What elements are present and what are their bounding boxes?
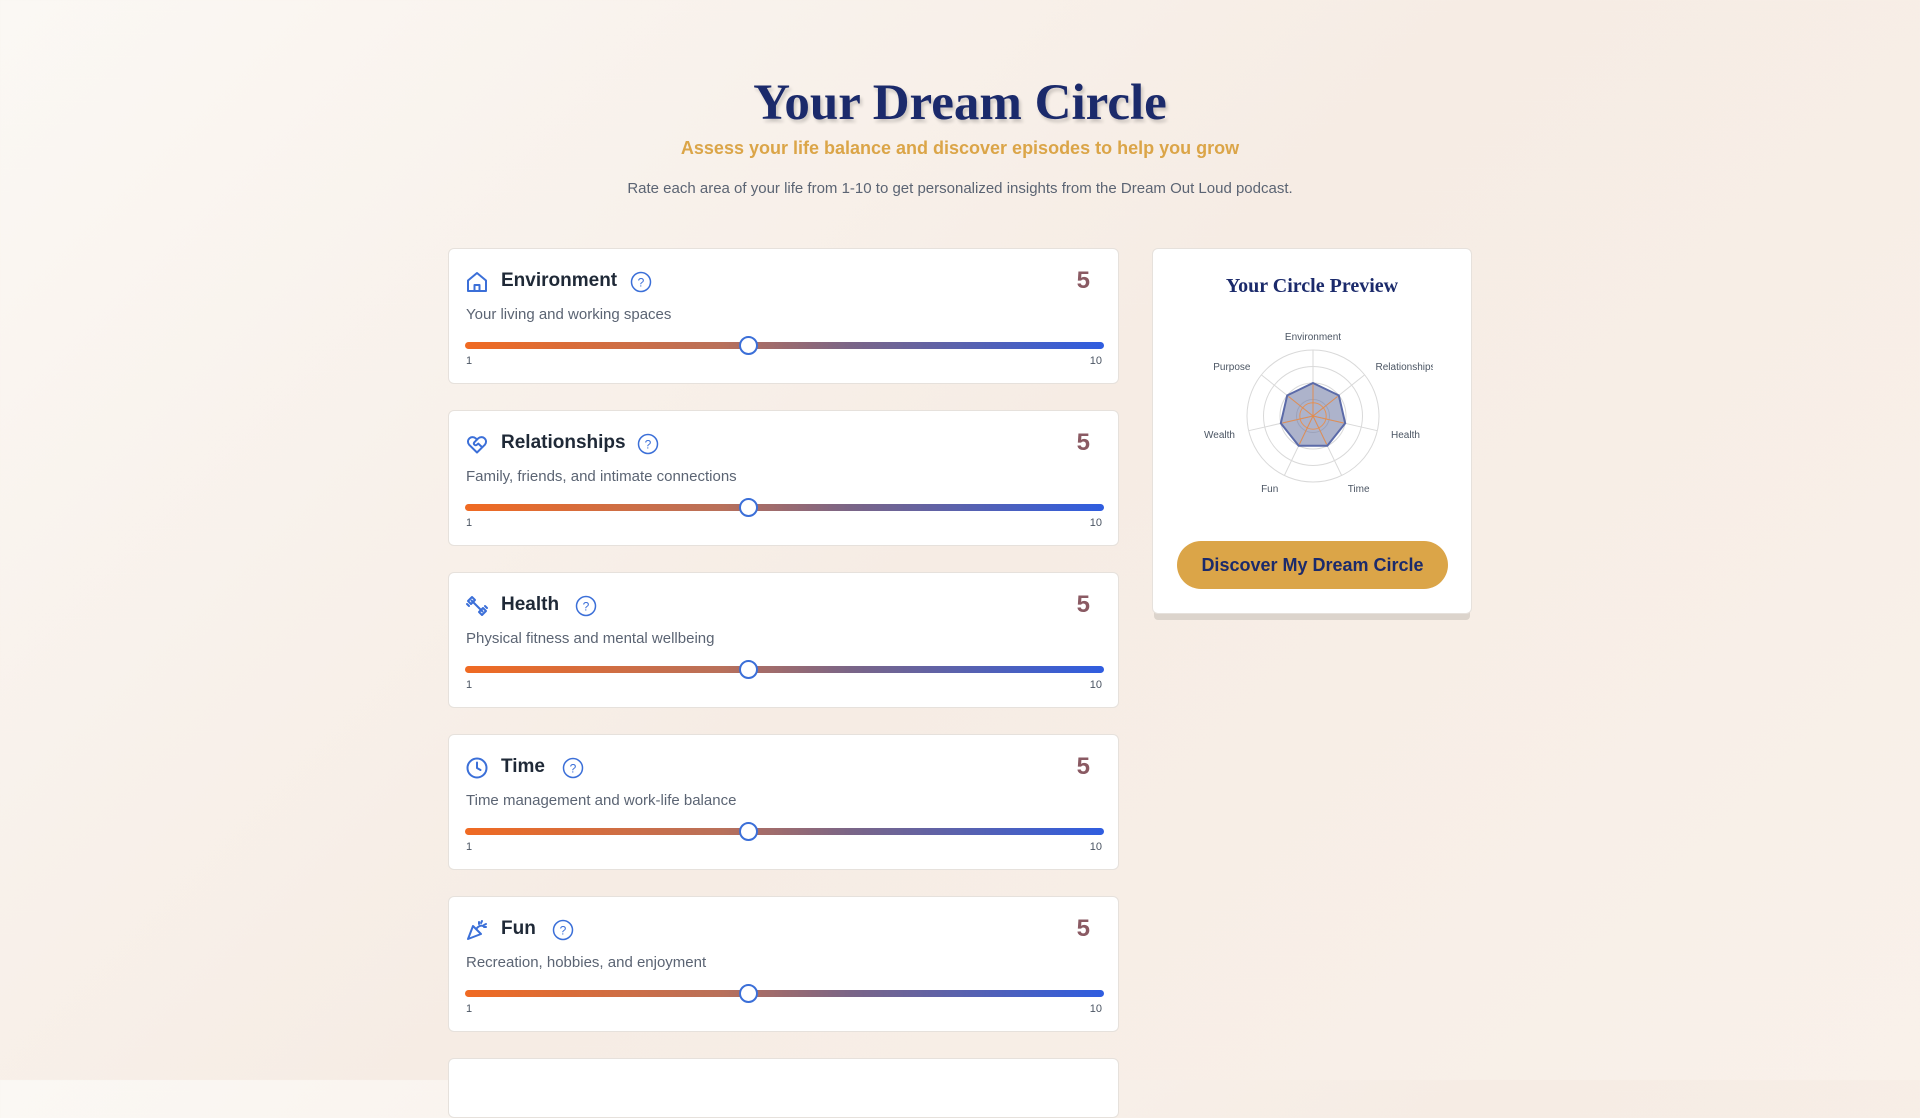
slider-max-label: 10 <box>1089 679 1102 691</box>
home-icon <box>467 272 487 292</box>
help-icon[interactable]: ? <box>575 595 597 617</box>
rating-slider[interactable] <box>465 984 1104 1003</box>
party-popper-icon <box>467 920 487 940</box>
score-value: 5 <box>1076 591 1090 618</box>
rating-slider[interactable] <box>465 336 1104 355</box>
radar-axis-label: Time <box>1348 484 1370 495</box>
slider-max-label: 10 <box>1089 517 1102 529</box>
category-name: Time <box>501 756 546 777</box>
svg-text:?: ? <box>570 762 577 776</box>
category-description: Family, friends, and intimate connection… <box>466 468 737 485</box>
score-value: 5 <box>1076 429 1090 456</box>
radar-axis-label: Fun <box>1261 484 1278 495</box>
category-card-next <box>448 1058 1119 1118</box>
page-title: Your Dream Circle <box>753 75 1167 131</box>
help-icon[interactable]: ? <box>562 757 584 779</box>
help-icon[interactable]: ? <box>630 271 652 293</box>
category-name: Environment <box>501 270 618 291</box>
clock-icon <box>466 757 488 779</box>
category-description: Your living and working spaces <box>466 306 672 323</box>
svg-text:?: ? <box>645 438 652 452</box>
rating-slider[interactable] <box>465 498 1104 517</box>
help-icon[interactable]: ? <box>552 919 574 941</box>
page-intro: Rate each area of your life from 1-10 to… <box>627 180 1293 197</box>
radar-axis-label: Relationships <box>1376 362 1434 373</box>
category-card-health: Health ? 5 Physical fitness and mental w… <box>448 572 1119 708</box>
svg-text:?: ? <box>638 276 645 290</box>
category-card-time: Time ? 5 Time management and work-life b… <box>448 734 1119 870</box>
category-name: Health <box>501 594 560 615</box>
page-subtitle: Assess your life balance and discover ep… <box>680 138 1240 158</box>
slider-min-label: 1 <box>466 355 473 367</box>
score-value: 5 <box>1076 915 1090 942</box>
slider-max-label: 10 <box>1089 1003 1102 1015</box>
svg-text:?: ? <box>560 924 567 938</box>
category-card-environment: Environment ? 5 Your living and working … <box>448 248 1119 384</box>
slider-thumb[interactable] <box>738 336 758 355</box>
dumbbell-icon <box>466 596 488 616</box>
radar-axis-label: Wealth <box>1204 430 1235 441</box>
slider-thumb[interactable] <box>738 984 758 1003</box>
heart-handshake-icon <box>466 436 488 454</box>
slider-min-label: 1 <box>466 841 473 853</box>
slider-thumb[interactable] <box>738 660 758 679</box>
category-description: Time management and work-life balance <box>466 792 737 809</box>
slider-min-label: 1 <box>466 679 473 691</box>
slider-thumb[interactable] <box>738 498 758 517</box>
slider-min-label: 1 <box>466 1003 473 1015</box>
radar-axis-label: Environment <box>1285 332 1341 343</box>
preview-title: Your Circle Preview <box>1225 275 1399 297</box>
score-value: 5 <box>1076 267 1090 294</box>
category-name: Fun <box>501 918 536 939</box>
category-card-fun: Fun ? 5 Recreation, hobbies, and enjoyme… <box>448 896 1119 1032</box>
discover-button[interactable]: Discover My Dream Circle <box>1177 541 1448 589</box>
category-description: Physical fitness and mental wellbeing <box>466 630 715 647</box>
slider-max-label: 10 <box>1089 355 1102 367</box>
rating-slider[interactable] <box>465 660 1104 679</box>
radar-chart: Environment Relationships Health Time Fun Wea… <box>1204 332 1434 495</box>
help-icon[interactable]: ? <box>637 433 659 455</box>
circle-preview-panel: Your Circle Preview Environment Relations… <box>1152 248 1472 614</box>
svg-text:?: ? <box>583 600 590 614</box>
slider-max-label: 10 <box>1089 841 1102 853</box>
radar-axis-label: Purpose <box>1213 362 1251 373</box>
radar-axis-label: Health <box>1391 430 1420 441</box>
slider-thumb[interactable] <box>738 822 758 841</box>
category-description: Recreation, hobbies, and enjoyment <box>466 954 707 971</box>
slider-min-label: 1 <box>466 517 473 529</box>
rating-slider[interactable] <box>465 822 1104 841</box>
category-card-relationships: Relationships ? 5 Family, friends, and i… <box>448 410 1119 546</box>
score-value: 5 <box>1076 753 1090 780</box>
category-name: Relationships <box>501 432 626 453</box>
